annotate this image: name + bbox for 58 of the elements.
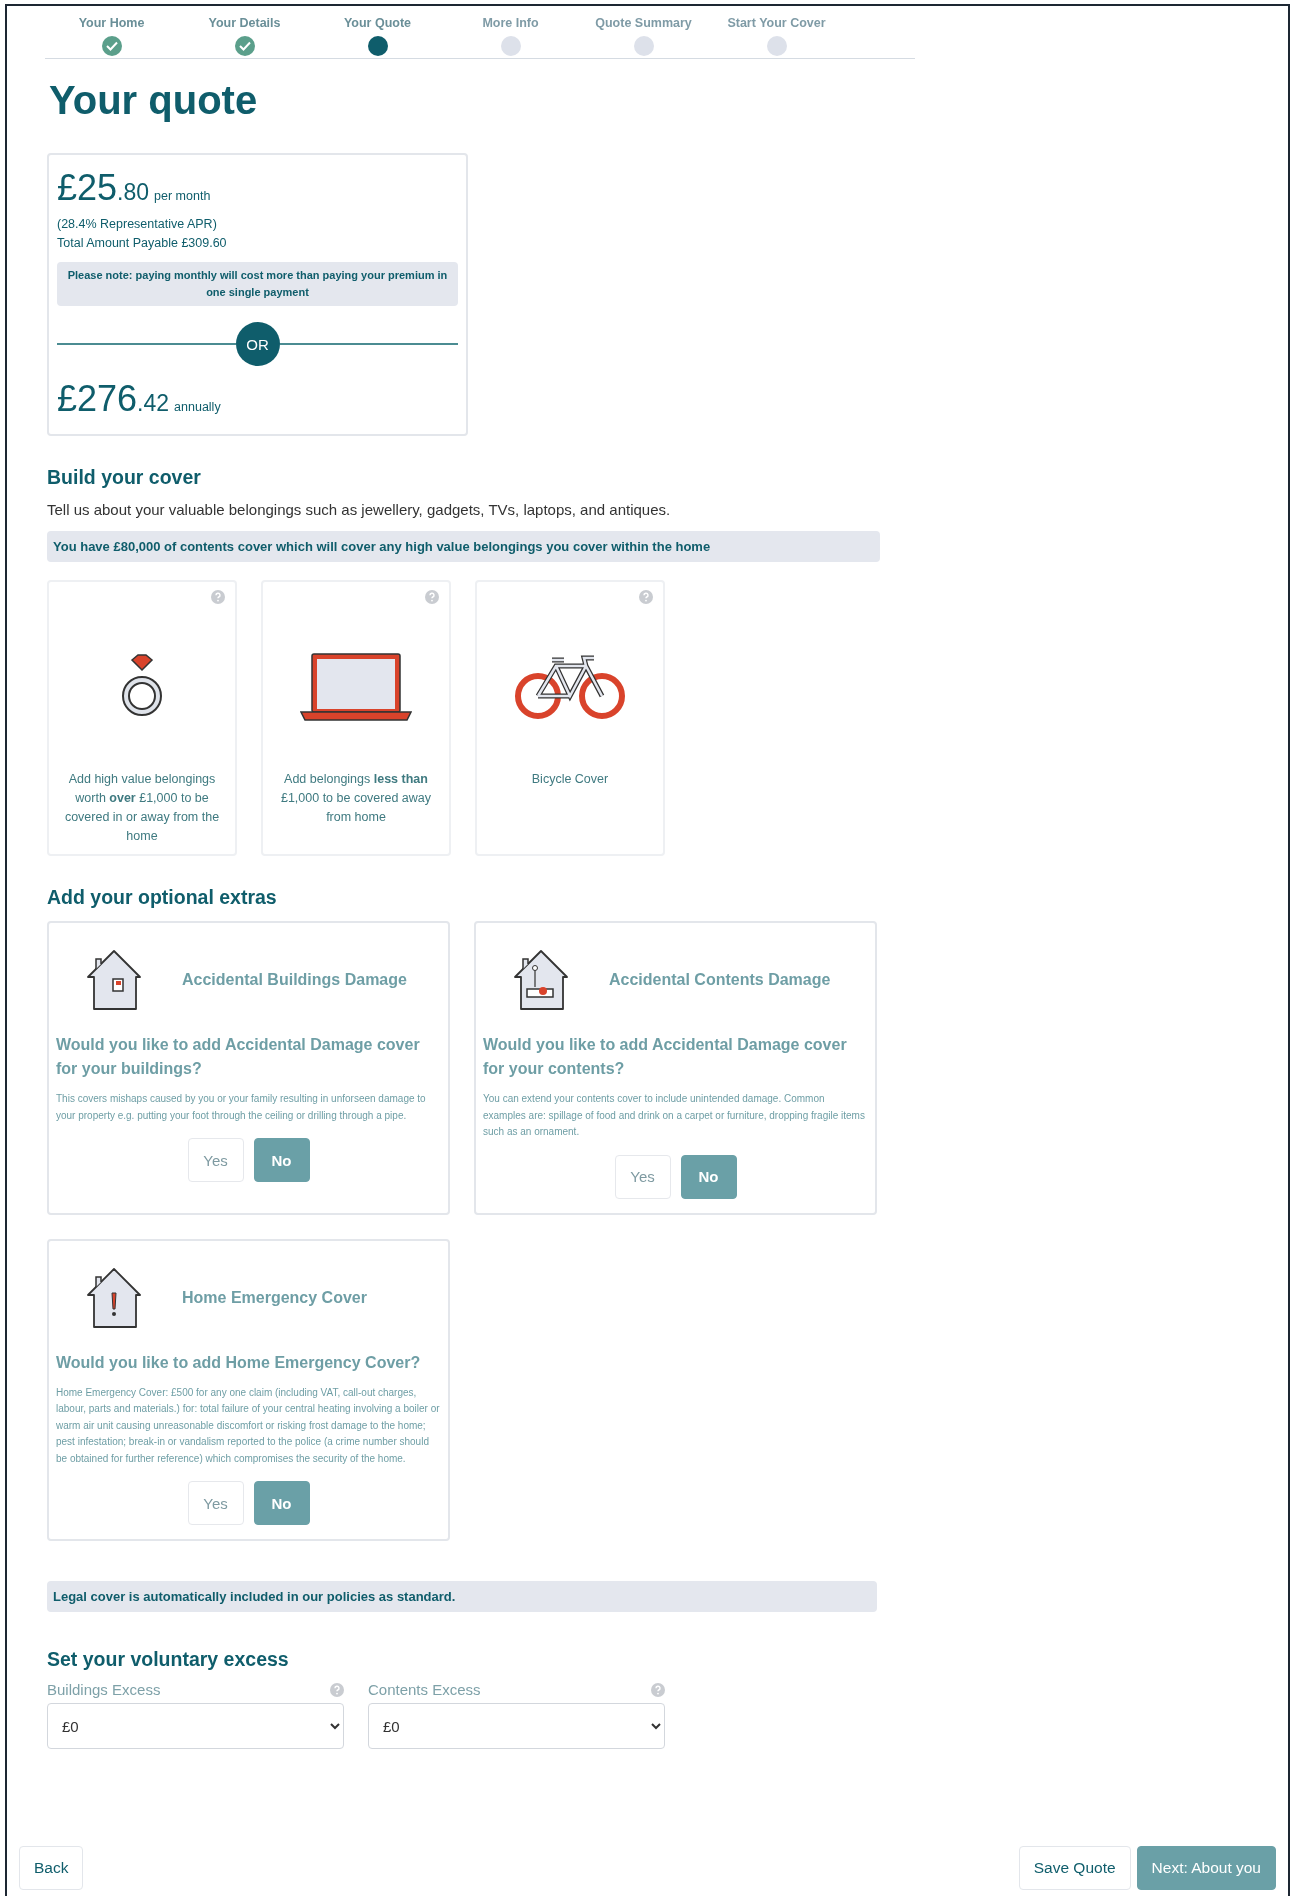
- help-icon[interactable]: [425, 590, 439, 604]
- extra-description: This covers mishaps caused by you or your family resulting in unforseen damage to your property e.g. putting your foot through the ceiling or drilling through a pipe.: [56, 1092, 427, 1123]
- next-button[interactable]: Next: About you: [1136, 1846, 1276, 1890]
- excess-select[interactable]: £0: [47, 1703, 344, 1749]
- card-text: Add belongings less than £1,000 to be covered away from home: [279, 771, 433, 826]
- house-window-icon: [86, 949, 142, 1011]
- extra-question: Would you like to add Accidental Damage cover for your buildings?: [56, 1035, 421, 1079]
- belongings-card[interactable]: Add belongings less than £1,000 to be covered away from home: [261, 580, 451, 856]
- extra-description: Home Emergency Cover: £500 for any one claim (including VAT, call-out charges, labour, parts and materials.) for: total failure of your central heating involving a boiler or warm air unit causing unreasonable discomfort or risking frost damage to the home; pest infestation; break-in or vandalism reported to the police (a crime number should be obtained for further reference) which compromises the security of the home.: [56, 1385, 441, 1466]
- field-label: Contents Excess: [368, 1681, 481, 1698]
- extra-question: Would you like to add Home Emergency Cover?: [56, 1352, 422, 1373]
- choice-button[interactable]: Yes: [187, 1481, 244, 1525]
- house-furniture-icon: [513, 949, 569, 1011]
- step-label[interactable]: Your Quote: [343, 16, 412, 30]
- section-heading: Set your voluntary excess: [47, 1648, 290, 1671]
- page-title: Your quote: [49, 78, 259, 123]
- extra-title: Accidental Contents Damage: [609, 971, 831, 989]
- extra-description: You can extend your contents cover to include unintended damage. Common examples are: spillage of food and drink on a carpet or furniture, dropping fragile items such as an ornament.: [483, 1092, 866, 1139]
- step-label[interactable]: Your Home: [78, 16, 145, 30]
- info-banner: You have £80,000 of contents cover which will cover any high value belongings you cover within the home: [47, 531, 880, 562]
- section-heading: Build your cover: [47, 466, 202, 489]
- back-button[interactable]: Back: [19, 1846, 84, 1890]
- step-label[interactable]: More Info: [482, 16, 539, 30]
- monthly-price: £25.80 per month: [57, 167, 212, 209]
- choice-button[interactable]: Yes: [187, 1138, 244, 1182]
- step-label[interactable]: Quote Summary: [595, 16, 692, 30]
- step-label[interactable]: Start Your Cover: [727, 16, 826, 30]
- help-icon[interactable]: [330, 1682, 344, 1697]
- check-icon: [105, 41, 118, 51]
- info-banner: Legal cover is automatically included in our policies as standard.: [47, 1581, 877, 1612]
- belongings-card[interactable]: Bicycle Cover: [475, 580, 665, 856]
- card-text: Bicycle Cover: [531, 771, 609, 788]
- save-quote-button[interactable]: Save Quote: [1018, 1846, 1131, 1890]
- bicycle-icon: [514, 654, 626, 720]
- help-icon[interactable]: [639, 590, 653, 604]
- choice-button[interactable]: No: [680, 1154, 737, 1199]
- section-heading: Add your optional extras: [47, 886, 278, 909]
- house-warning-icon: [86, 1266, 142, 1329]
- step-label[interactable]: Your Details: [208, 16, 281, 30]
- belongings-card[interactable]: Add high value belongings worth over £1,000 to be covered in or away from the home: [47, 580, 237, 856]
- help-icon[interactable]: [211, 590, 225, 604]
- laptop-icon: [300, 652, 412, 722]
- choice-button[interactable]: No: [253, 1481, 310, 1525]
- apr-text: (28.4% Representative APR): [57, 216, 218, 233]
- total-payable: Total Amount Payable £309.60: [57, 235, 228, 252]
- card-text: Add high value belongings worth over £1,000 to be covered in or away from the home: [63, 771, 221, 845]
- choice-button[interactable]: Yes: [614, 1154, 671, 1199]
- help-icon[interactable]: [651, 1682, 665, 1697]
- annual-price: £276.42 annually: [57, 378, 222, 420]
- payment-note: Please note: paying monthly will cost more than paying your premium in one single payment: [57, 262, 458, 306]
- choice-button[interactable]: No: [253, 1138, 310, 1182]
- extra-title: Accidental Buildings Damage: [182, 971, 407, 989]
- check-icon: [238, 41, 251, 51]
- excess-select[interactable]: £0: [368, 1703, 665, 1749]
- field-label: Buildings Excess: [47, 1681, 161, 1698]
- extra-question: Would you like to add Accidental Damage cover for your contents?: [483, 1035, 848, 1079]
- extra-title: Home Emergency Cover: [182, 1288, 367, 1307]
- intro-text: Tell us about your valuable belongings such as jewellery, gadgets, TVs, laptops, and antiques.: [47, 501, 672, 518]
